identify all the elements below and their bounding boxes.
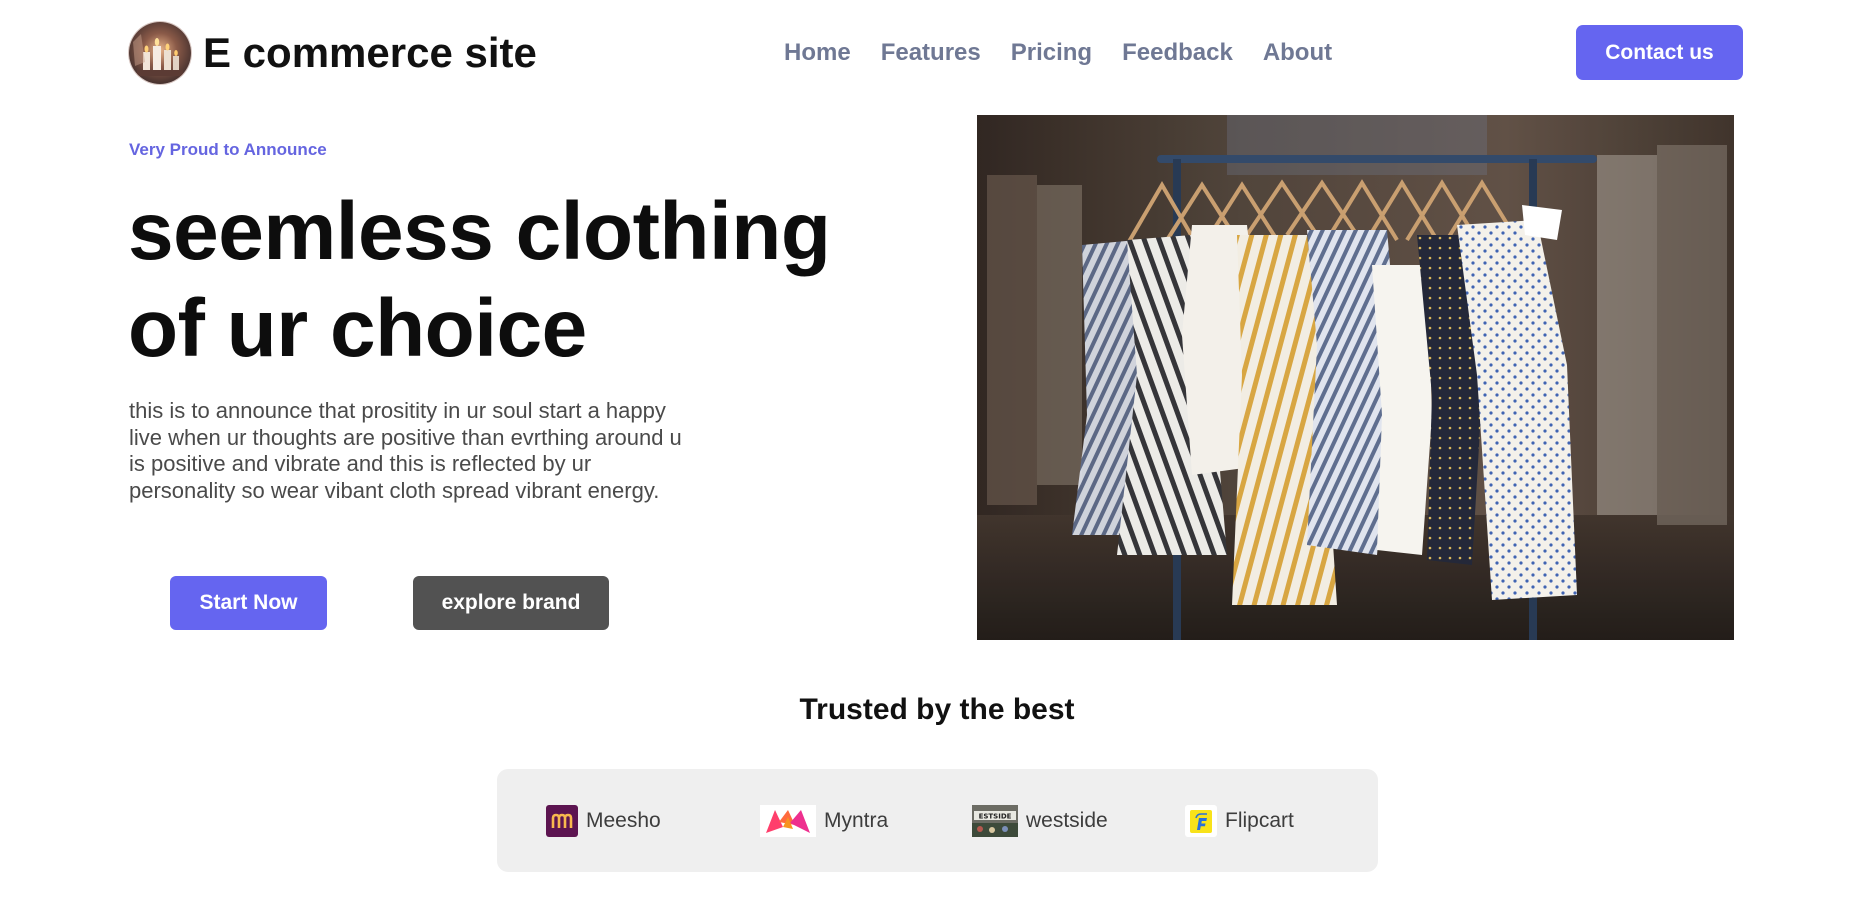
brand-label-meesho: Meesho	[586, 809, 661, 832]
nav-feedback[interactable]: Feedback	[1122, 36, 1233, 70]
hero-description: this is to announce that prositity in ur…	[129, 398, 682, 503]
explore-brand-button[interactable]: explore brand	[413, 576, 609, 630]
brand-logos-bar: Meesho Myntra ESTSIDE westside Flipcart	[497, 769, 1378, 872]
brand-meesho[interactable]: Meesho	[546, 804, 661, 838]
nav-features[interactable]: Features	[881, 36, 981, 70]
hero-title-line-1: seemless clothing	[128, 186, 831, 277]
svg-text:ESTSIDE: ESTSIDE	[979, 813, 1012, 821]
westside-logo-icon: ESTSIDE	[972, 805, 1018, 837]
clothing-rack-photo	[977, 115, 1734, 640]
site-title: E commerce site	[203, 29, 537, 76]
nav-home[interactable]: Home	[784, 36, 851, 70]
hero-title: seemless clothing of ur choice	[128, 183, 888, 377]
meesho-logo-icon	[546, 805, 578, 837]
nav-pricing[interactable]: Pricing	[1011, 36, 1092, 70]
brand-label-myntra: Myntra	[824, 809, 889, 832]
brand-flipcart[interactable]: Flipcart	[1185, 804, 1294, 838]
start-now-button[interactable]: Start Now	[170, 576, 327, 630]
hero-title-line-2: of ur choice	[128, 283, 587, 374]
brand-westside[interactable]: ESTSIDE westside	[972, 804, 1108, 838]
trusted-heading: Trusted by the best	[799, 693, 1075, 726]
main-nav: Home Features Pricing Feedback About	[784, 36, 1332, 70]
flipkart-logo-icon	[1185, 805, 1217, 837]
candles-logo-icon[interactable]	[129, 22, 191, 84]
hero-eyebrow: Very Proud to Announce	[129, 140, 327, 159]
contact-us-button[interactable]: Contact us	[1576, 25, 1743, 80]
brand-label-flipcart: Flipcart	[1225, 809, 1294, 832]
brand-label-westside: westside	[1026, 809, 1108, 832]
nav-about[interactable]: About	[1263, 36, 1332, 70]
brand-myntra[interactable]: Myntra	[760, 804, 888, 838]
landing-page: E commerce site Home Features Pricing Fe…	[0, 0, 1874, 901]
myntra-logo-icon	[760, 805, 816, 837]
